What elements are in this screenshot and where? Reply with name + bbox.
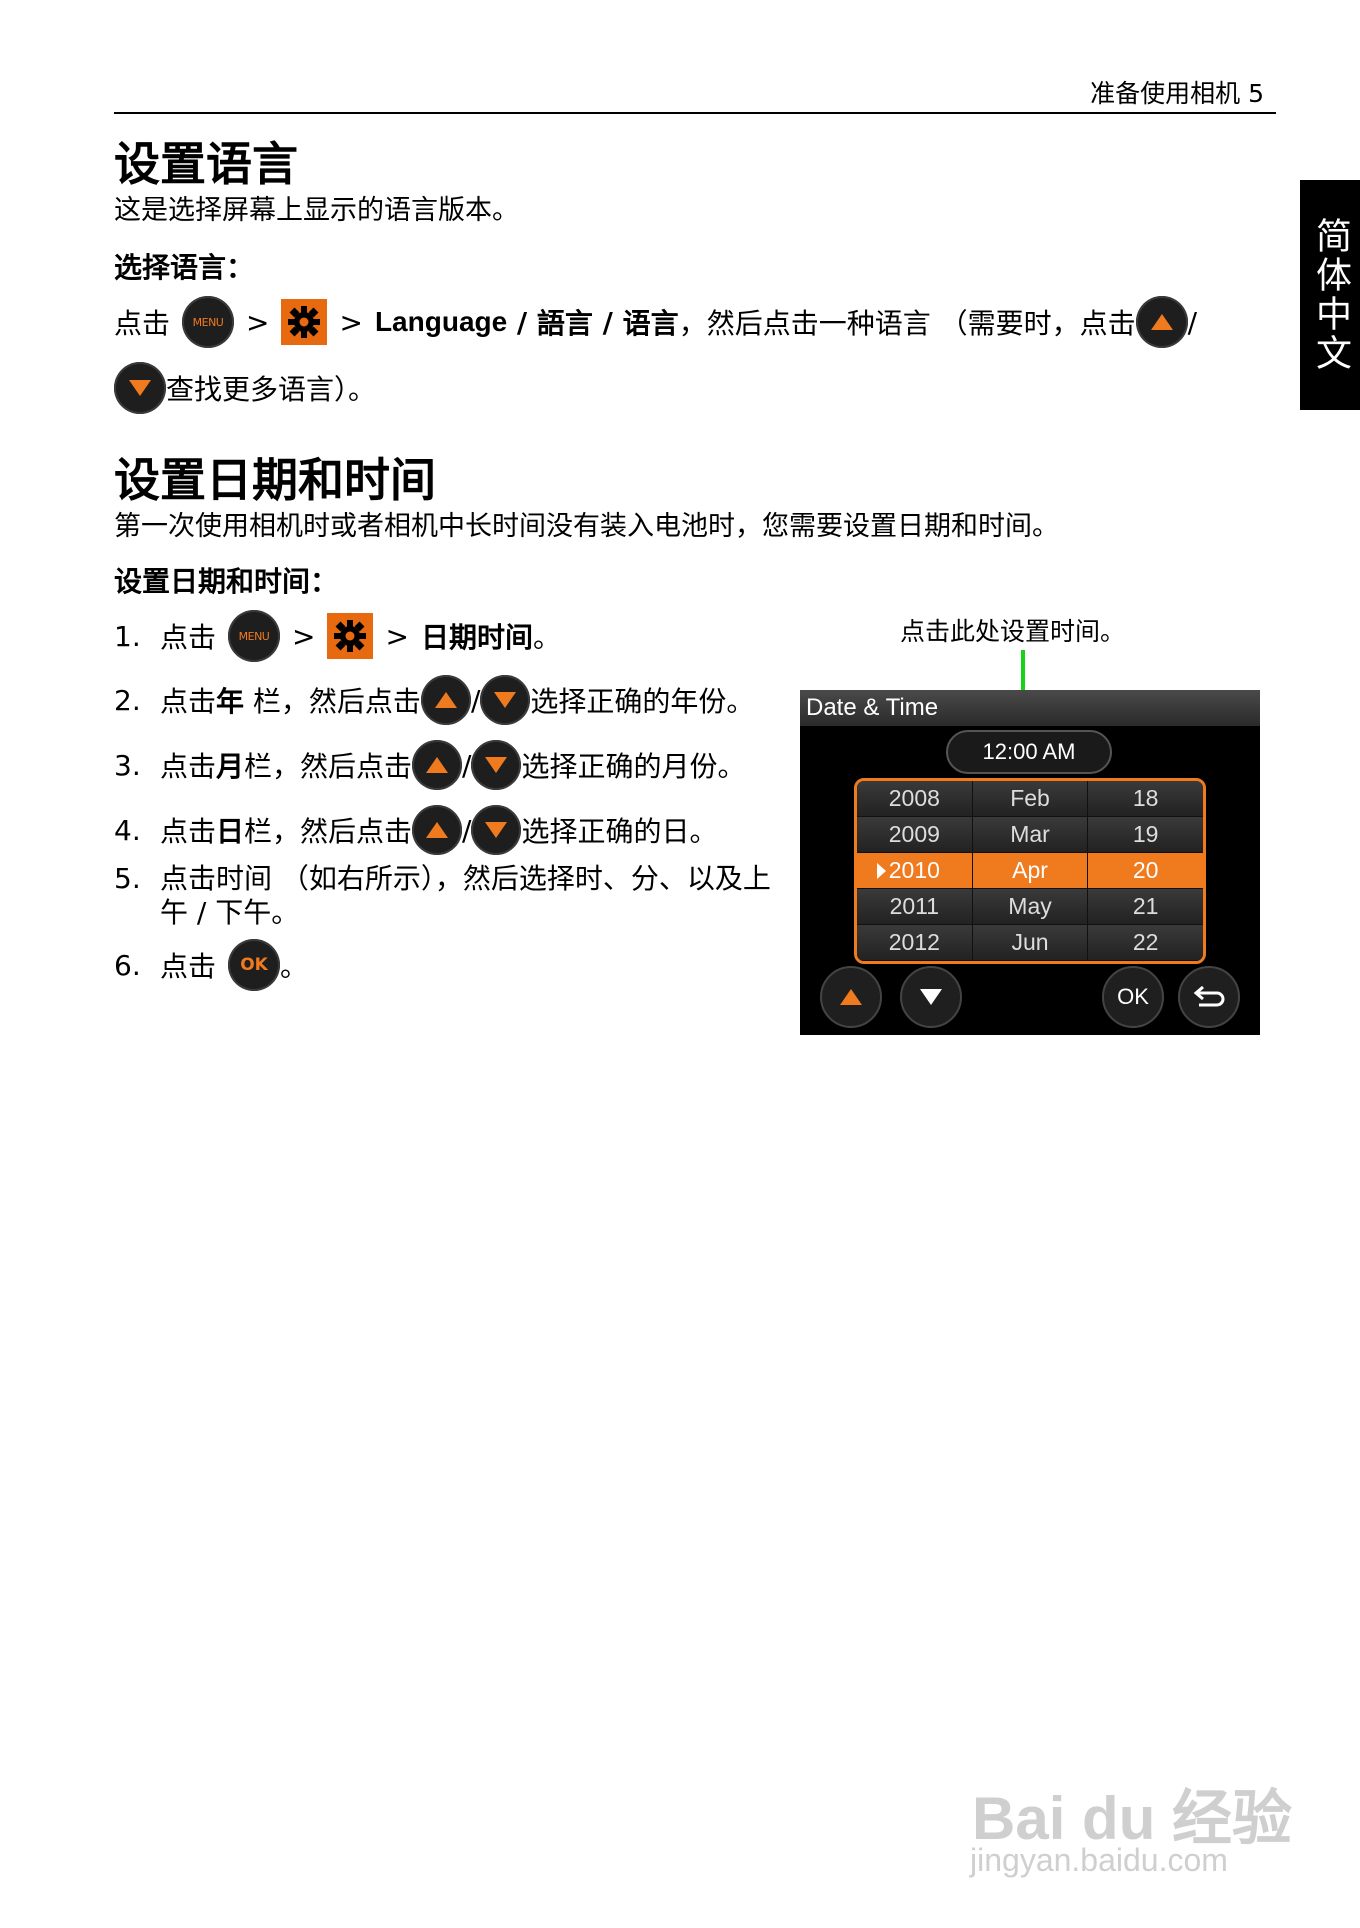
- section-title-datetime: 设置日期和时间: [114, 453, 436, 507]
- down-button-icon: [471, 740, 522, 790]
- gt-symbol: >: [292, 619, 316, 653]
- gt-symbol: >: [339, 305, 363, 339]
- down-arrow-icon: [920, 989, 942, 1005]
- side-tab-label: 简体中文: [1310, 217, 1351, 373]
- up-button-icon: [420, 675, 471, 725]
- section-desc-language: 这是选择屏幕上显示的语言版本。: [114, 195, 519, 226]
- up-arrow-icon: [840, 989, 862, 1005]
- year-cell[interactable]: 2008: [857, 781, 973, 817]
- step-number: 4.: [114, 813, 141, 847]
- menu-button-icon: MENU: [228, 610, 281, 662]
- page-header: 准备使用相机 5: [1090, 79, 1264, 108]
- subheading-set-datetime: 设置日期和时间：: [114, 565, 339, 598]
- month-cell[interactable]: Feb: [972, 781, 1089, 817]
- language-trad-label: 語言: [536, 307, 593, 340]
- selection-marker-icon: [877, 863, 886, 879]
- picker-row[interactable]: 2008 Feb 18: [857, 781, 1203, 817]
- month-field-label: 月: [216, 750, 245, 783]
- language-side-tab: 简体中文: [1300, 180, 1360, 410]
- year-cell[interactable]: 2012: [857, 925, 973, 961]
- slash: /: [507, 305, 537, 339]
- day-cell[interactable]: 21: [1088, 889, 1203, 925]
- time-field[interactable]: 12:00 AM: [946, 730, 1112, 774]
- picker-row-selected[interactable]: 2010 Apr 20: [857, 853, 1203, 889]
- gear-icon: [281, 299, 328, 345]
- month-cell[interactable]: Apr: [972, 853, 1089, 889]
- language-simp-label: 语言: [622, 307, 679, 340]
- month-cell[interactable]: Mar: [972, 817, 1089, 853]
- step-2: 2. 点击 年 栏，然后点击 / 选择正确的年份。: [114, 672, 754, 728]
- step-3: 3. 点击 月 栏，然后点击 / 选择正确的月份。: [114, 737, 746, 793]
- header-rule: [114, 112, 1276, 114]
- step-number: 6.: [114, 948, 141, 982]
- up-button-icon: [412, 740, 463, 790]
- step-5: 5. 点击时间 （如右所示），然后选择时、分、以及上 午 / 下午。: [114, 862, 771, 929]
- instruction-text: ，然后点击一种语言 （需要时，点击: [678, 307, 1136, 340]
- day-field-label: 日: [216, 815, 245, 848]
- step-1: 1. 点击 MENU > > 日期时间 。: [114, 608, 561, 664]
- click-text: 点击: [114, 307, 171, 340]
- gear-icon: [327, 613, 374, 659]
- day-cell[interactable]: 18: [1088, 781, 1203, 817]
- screen-ok-button[interactable]: OK: [1102, 966, 1164, 1028]
- menu-button-icon: MENU: [182, 296, 235, 348]
- step-6: 6. 点击 OK 。: [114, 937, 308, 993]
- language-instruction-line2: 查找更多语言）。: [114, 360, 376, 416]
- step-number: 5.: [114, 862, 141, 895]
- baidu-watermark-url: jingyan.baidu.com: [970, 1842, 1228, 1878]
- year-cell[interactable]: 2011: [857, 889, 973, 925]
- datetime-menu-label: 日期时间: [420, 621, 533, 654]
- ok-button-icon: OK: [228, 939, 281, 991]
- down-button-icon: [471, 805, 522, 855]
- gt-symbol: >: [385, 619, 409, 653]
- up-button-icon: [412, 805, 463, 855]
- step-number: 1.: [114, 619, 141, 653]
- month-cell[interactable]: May: [972, 889, 1089, 925]
- language-instruction-line1: 点击 MENU > > Language / 語言 / 语言 ，然后点击一种语言…: [114, 294, 1197, 350]
- day-cell[interactable]: 20: [1088, 853, 1203, 889]
- step-number: 2.: [114, 683, 141, 717]
- subheading-select-language: 选择语言：: [114, 251, 255, 284]
- down-button-icon: [480, 675, 531, 725]
- screen-down-button[interactable]: [900, 966, 962, 1028]
- screen-up-button[interactable]: [820, 966, 882, 1028]
- year-field-label: 年: [216, 685, 245, 718]
- slash: /: [592, 305, 623, 339]
- screen-back-button[interactable]: [1178, 966, 1240, 1028]
- callout-text: 点击此处设置时间。: [900, 617, 1126, 646]
- picker-row[interactable]: 2012 Jun 22: [857, 925, 1203, 961]
- picker-row[interactable]: 2011 May 21: [857, 889, 1203, 925]
- instruction-text: 查找更多语言）。: [166, 373, 377, 406]
- day-cell[interactable]: 22: [1088, 925, 1203, 961]
- date-picker[interactable]: 2008 Feb 18 2009 Mar 19 2010 Apr 20 2011…: [854, 778, 1206, 964]
- slash: /: [1187, 305, 1198, 339]
- down-button-icon: [114, 362, 166, 414]
- click-text: 点击: [160, 621, 217, 654]
- day-cell[interactable]: 19: [1088, 817, 1203, 853]
- back-arrow-icon: [1193, 985, 1225, 1007]
- section-desc-datetime: 第一次使用相机时或者相机中长时间没有装入电池时，您需要设置日期和时间。: [114, 511, 1059, 542]
- gt-symbol: >: [246, 305, 270, 339]
- picker-row[interactable]: 2009 Mar 19: [857, 817, 1203, 853]
- month-cell[interactable]: Jun: [972, 925, 1089, 961]
- language-menu-label: Language: [374, 306, 508, 337]
- camera-screen: Date & Time 12:00 AM 2008 Feb 18 2009 Ma…: [800, 690, 1260, 1035]
- year-cell[interactable]: 2010: [857, 853, 973, 889]
- step-number: 3.: [114, 748, 141, 782]
- screen-title: Date & Time: [800, 690, 1260, 726]
- up-button-icon: [1135, 296, 1188, 348]
- year-cell[interactable]: 2009: [857, 817, 973, 853]
- section-title-language: 设置语言: [114, 137, 298, 191]
- step-4: 4. 点击 日 栏，然后点击 / 选择正确的日。: [114, 802, 718, 858]
